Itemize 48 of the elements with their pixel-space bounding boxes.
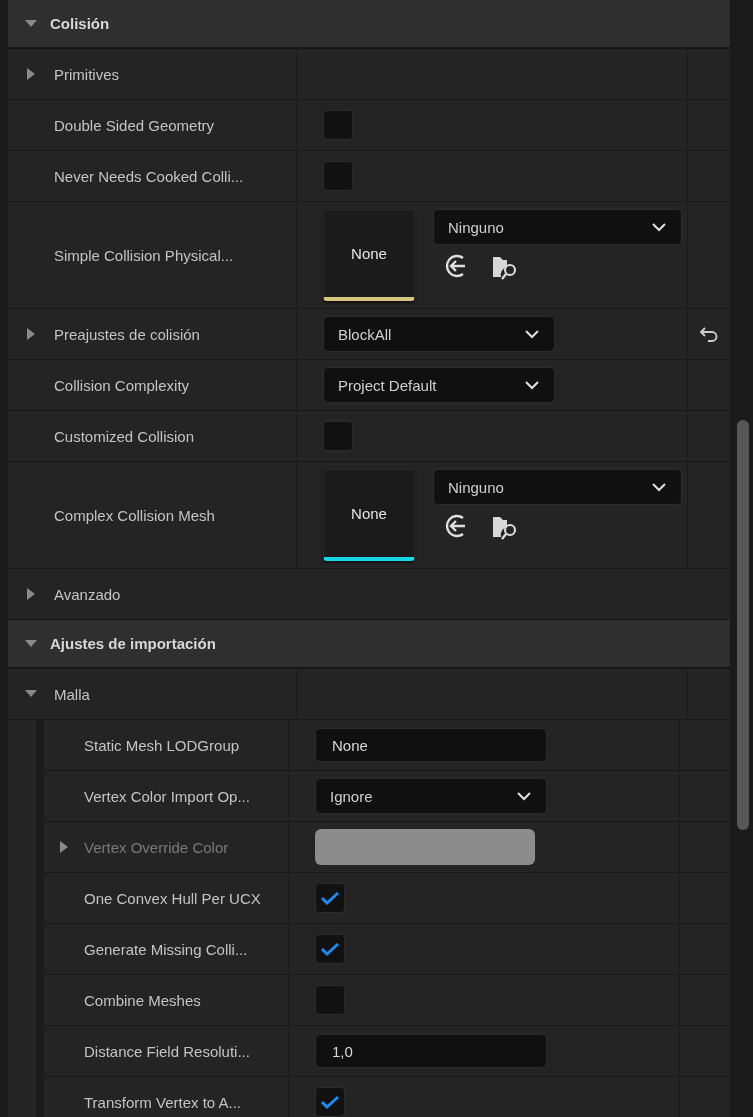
dropdown[interactable]: BlockAll [323, 316, 555, 352]
property-label: Vertex Color Import Op... [84, 787, 250, 805]
dropdown[interactable]: Ninguno [433, 209, 682, 245]
chevron-down-icon [524, 329, 540, 339]
chevron-down-icon [524, 380, 540, 390]
checkbox[interactable] [315, 1087, 345, 1117]
checkmark-icon [320, 941, 340, 957]
property-label: Malla [54, 685, 90, 703]
property-label: Vertex Override Color [84, 838, 229, 856]
property-label: Transform Vertex to A... [84, 1093, 241, 1111]
input-field[interactable]: 1,0 [315, 1034, 547, 1068]
checkmark-icon [320, 890, 340, 906]
property-label: Never Needs Cooked Colli... [54, 167, 244, 185]
property-label: Distance Field Resoluti... [84, 1042, 250, 1060]
property-label: Double Sided Geometry [54, 116, 215, 134]
property-label: Primitives [54, 65, 119, 83]
property-label: Simple Collision Physical... [54, 246, 234, 264]
checkbox[interactable] [323, 421, 353, 451]
undo-icon[interactable] [699, 326, 719, 342]
checkbox[interactable] [323, 110, 353, 140]
checkmark-icon [320, 1094, 340, 1110]
section-title: Ajustes de importación [50, 635, 216, 652]
dropdown[interactable]: Ninguno [433, 469, 682, 505]
property-label: Customized Collision [54, 427, 195, 445]
property-label: One Convex Hull Per UCX [84, 889, 261, 907]
property-label: Preajustes de colisión [54, 325, 200, 343]
dropdown[interactable]: Ignore [315, 778, 547, 814]
checkbox[interactable] [315, 985, 345, 1015]
section-title: Colisión [50, 15, 110, 32]
section-header[interactable]: Colisión [8, 0, 730, 49]
checkbox[interactable] [315, 883, 345, 913]
property-label: Complex Collision Mesh [54, 506, 215, 524]
dropdown[interactable]: Project Default [323, 367, 555, 403]
property-label: Combine Meshes [84, 991, 201, 1009]
asset-thumbnail[interactable]: None [323, 209, 415, 301]
chevron-down-icon [651, 222, 667, 232]
checkbox[interactable] [315, 934, 345, 964]
input-field[interactable]: None [315, 728, 547, 762]
property-label: Collision Complexity [54, 376, 190, 394]
property-label: Static Mesh LODGroup [84, 736, 240, 754]
property-label: Generate Missing Colli... [84, 940, 248, 958]
asset-thumbnail[interactable]: None [323, 469, 415, 561]
property-label: Avanzado [54, 585, 121, 603]
chevron-down-icon [516, 791, 532, 801]
chevron-down-icon [651, 482, 667, 492]
scrollbar-thumb[interactable] [737, 420, 749, 830]
checkbox[interactable] [323, 161, 353, 191]
section-header[interactable]: Ajustes de importación [8, 620, 730, 669]
